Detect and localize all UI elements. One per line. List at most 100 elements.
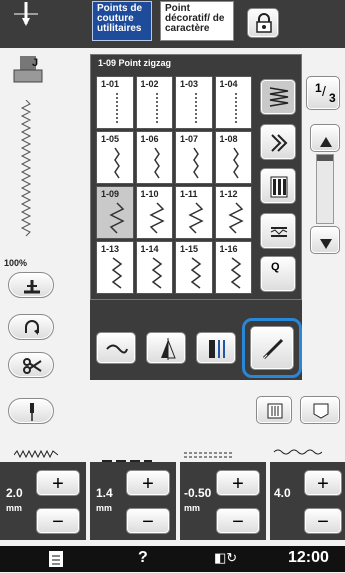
- width-plus-button[interactable]: +: [36, 470, 80, 496]
- stitch-number: 1-02: [140, 79, 159, 89]
- width-value: 2.0 mm: [6, 486, 23, 513]
- clock-time: 12:00: [288, 549, 329, 566]
- stitch-grid: 1-01 1-02 1-03 1-04 1-05 1-06 1-07 1-08 1-09 1-10…: [96, 76, 254, 296]
- twin-needle-button[interactable]: [196, 332, 236, 364]
- pocket-button[interactable]: [300, 396, 340, 424]
- stitch-cell-1-15[interactable]: 1-15: [175, 241, 213, 294]
- width-minus-button[interactable]: −: [36, 508, 80, 534]
- q-icon: Q: [271, 261, 280, 273]
- needle-position-icon: [10, 2, 42, 34]
- stitch-number: 1-05: [101, 134, 120, 144]
- mirror-button[interactable]: [146, 332, 186, 364]
- stitch-number: 1-10: [140, 189, 159, 199]
- stitch-cell-1-07[interactable]: 1-07: [175, 131, 213, 184]
- screen-lock-icon[interactable]: ◧↻: [214, 550, 237, 566]
- page-slash: /: [322, 83, 326, 99]
- stitch-cell-1-10[interactable]: 1-10: [135, 186, 173, 239]
- stitch-number: 1-04: [219, 79, 238, 89]
- stitch-cell-1-08[interactable]: 1-08: [214, 131, 252, 184]
- stitch-variant-5-button[interactable]: Q: [260, 256, 296, 292]
- triangle-up-icon: [320, 134, 332, 152]
- stitch-variant-2-button[interactable]: [260, 124, 296, 160]
- stitch-cell-1-13[interactable]: 1-13: [96, 241, 134, 294]
- stitch-pattern-icon: [116, 93, 118, 123]
- tab-utility-stitches[interactable]: Points de couture utilitaires: [92, 1, 152, 41]
- stitch-cell-1-16[interactable]: 1-16: [214, 241, 252, 294]
- thread-preview-icon: [272, 444, 323, 462]
- scroll-down-button[interactable]: [310, 226, 340, 254]
- stitch-cell-1-14[interactable]: 1-14: [135, 241, 173, 294]
- arrow-up-stitch-icon: [268, 131, 290, 160]
- reverse-icon: [23, 319, 41, 342]
- length-value: 1.4 mm: [96, 486, 113, 513]
- stitch-variant-3-button[interactable]: [260, 168, 296, 204]
- page-indicator: 1 / 3: [306, 76, 340, 110]
- thread-icon: [105, 340, 129, 363]
- stitch-number: 1-14: [140, 244, 159, 254]
- thread-tension-value: 4.0: [274, 486, 291, 500]
- stitch-pattern-icon: [190, 257, 202, 289]
- needle-icon: [28, 403, 36, 426]
- stitch-pattern-icon: [193, 147, 199, 179]
- page-total: 3: [329, 91, 336, 105]
- length-minus-button[interactable]: −: [126, 508, 170, 534]
- stitch-cell-1-12[interactable]: 1-12: [214, 186, 252, 239]
- needle-position-button[interactable]: [8, 398, 54, 424]
- reverse-stitch-button[interactable]: [8, 314, 54, 340]
- stitch-variant-4-button[interactable]: [260, 213, 296, 249]
- stitch-number: 1-12: [219, 189, 238, 199]
- tension-minus-button[interactable]: −: [216, 508, 260, 534]
- speed-label: 100%: [4, 258, 28, 268]
- stitch-cell-1-04[interactable]: 1-04: [214, 76, 252, 129]
- stitch-cell-1-11[interactable]: 1-11: [175, 186, 213, 239]
- thread-cutter-button[interactable]: [8, 352, 54, 378]
- help-icon[interactable]: ?: [138, 549, 148, 567]
- stitch-pattern-icon: [227, 202, 244, 234]
- stitch-cell-1-09[interactable]: 1-09: [96, 186, 134, 239]
- thread-image-button[interactable]: [96, 332, 136, 364]
- stitch-cell-1-01[interactable]: 1-01: [96, 76, 134, 129]
- document-icon[interactable]: [48, 550, 64, 573]
- tab-decorative-stitches[interactable]: Point décoratif/ de caractère: [160, 1, 234, 41]
- presser-foot-icon: J: [10, 52, 46, 88]
- stitch-variant-1-button[interactable]: [260, 79, 296, 115]
- stitch-number: 1-15: [180, 244, 199, 254]
- tension-plus-button[interactable]: +: [216, 470, 260, 496]
- pattern-title: 1-09 Point zigzag: [98, 58, 172, 68]
- presser-foot-button[interactable]: [8, 272, 54, 298]
- stitch-cell-1-06[interactable]: 1-06: [135, 131, 173, 184]
- page-current: 1: [315, 81, 322, 95]
- stitch-pattern-icon: [111, 257, 123, 289]
- stitch-number: 1-11: [180, 189, 198, 199]
- scrollbar-track[interactable]: [316, 154, 334, 224]
- stitch-number: 1-13: [101, 244, 120, 254]
- columns-icon: [269, 175, 289, 204]
- scrollbar-thumb[interactable]: [317, 155, 333, 161]
- stitch-pattern-icon: [234, 93, 237, 123]
- stitch-number: 1-09: [101, 189, 120, 199]
- tension-value: -0.50 mm: [184, 486, 212, 513]
- width-setting: 2.0 mm + −: [0, 462, 86, 540]
- thread-tension-plus-button[interactable]: +: [304, 470, 342, 496]
- twin-lines-icon: [269, 222, 289, 247]
- mirror-icon: [157, 338, 179, 365]
- stitch-number: 1-16: [219, 244, 238, 254]
- stitch-cell-1-05[interactable]: 1-05: [96, 131, 134, 184]
- memory-button[interactable]: [256, 396, 292, 424]
- stitch-cell-1-03[interactable]: 1-03: [175, 76, 213, 129]
- stitch-pattern-icon: [153, 147, 160, 179]
- lock-icon: [254, 13, 274, 38]
- stitch-number: 1-01: [101, 79, 120, 89]
- stitch-preview: [16, 99, 36, 240]
- stitch-cell-1-02[interactable]: 1-02: [135, 76, 173, 129]
- scroll-up-button[interactable]: [310, 124, 340, 152]
- length-plus-button[interactable]: +: [126, 470, 170, 496]
- thread-tension-minus-button[interactable]: −: [304, 508, 342, 534]
- pencil-icon: [261, 337, 285, 366]
- memory-icon: [266, 402, 284, 425]
- stitch-pattern-icon: [148, 202, 165, 234]
- edit-stitch-button[interactable]: [250, 326, 294, 370]
- tension-setting: -0.50 mm + −: [180, 462, 266, 540]
- lock-button[interactable]: [247, 8, 279, 38]
- stitch-number: 1-03: [180, 79, 199, 89]
